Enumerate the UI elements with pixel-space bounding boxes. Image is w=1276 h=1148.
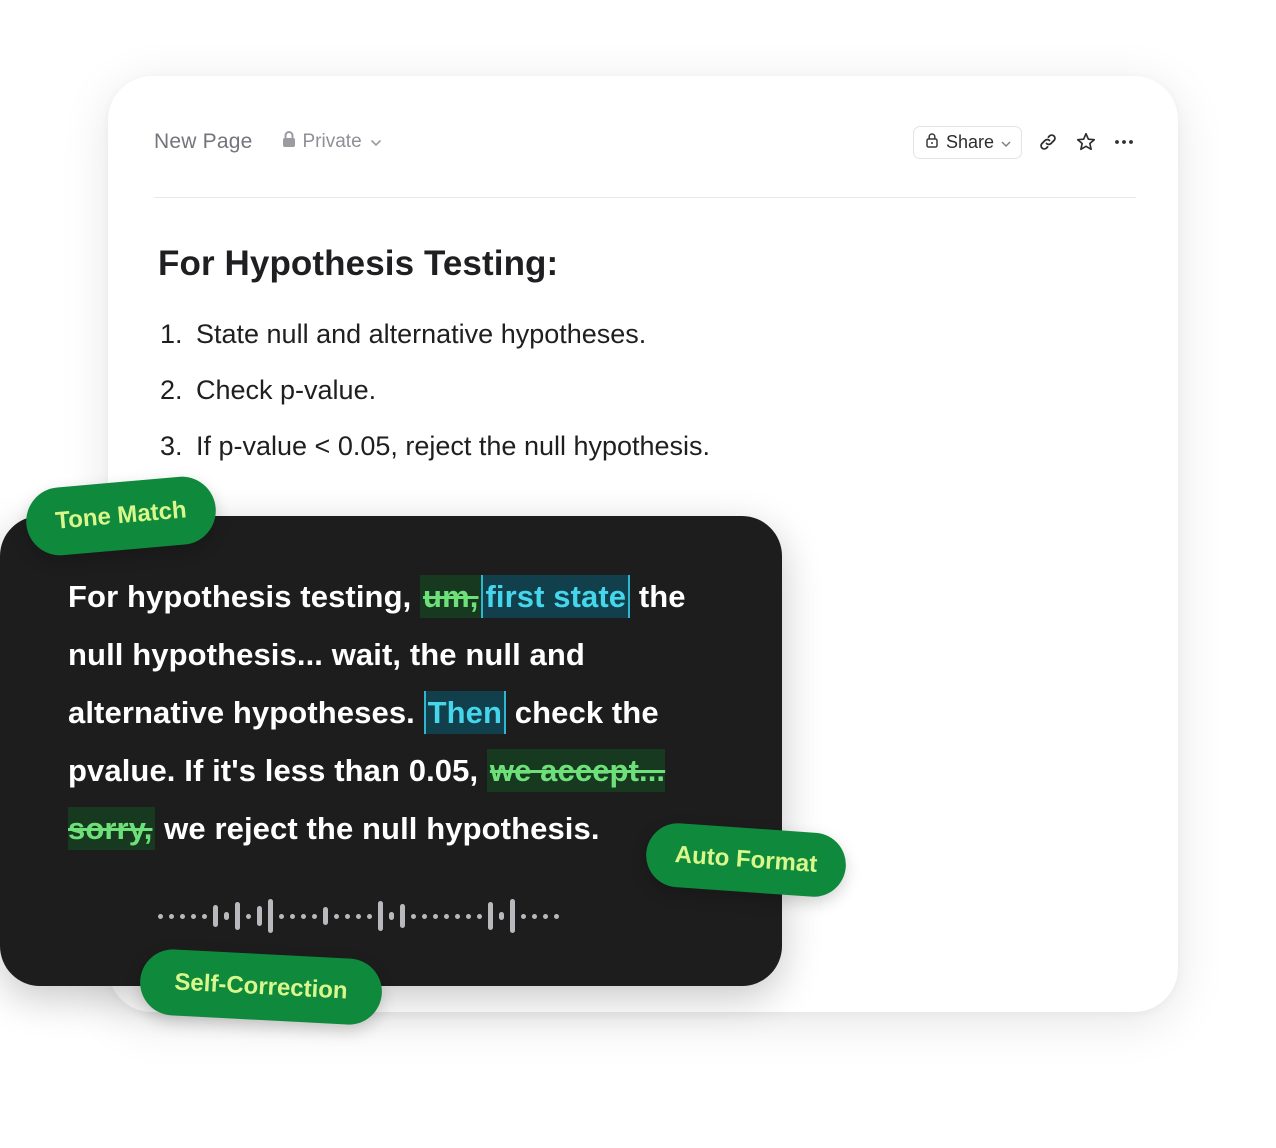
waveform-bar: [521, 913, 526, 919]
waveform-bar: [367, 913, 372, 919]
page-title[interactable]: New Page: [154, 130, 253, 154]
waveform-bar: [268, 899, 273, 933]
waveform-bar: [400, 904, 405, 928]
waveform-bar: [554, 913, 559, 919]
list-item-text: If p-value < 0.05, reject the null hypot…: [196, 431, 711, 461]
waveform-bar: [422, 913, 427, 919]
more-horizontal-icon[interactable]: [1112, 130, 1136, 154]
waveform-bar: [356, 913, 361, 919]
waveform-bar: [312, 913, 317, 919]
waveform-bar: [345, 913, 350, 919]
self-correction-tag: Self-Correction: [138, 947, 384, 1027]
removed-filler: um,: [420, 575, 482, 618]
list-item-text: Check p-value.: [196, 375, 377, 405]
inserted-text: first state: [481, 575, 631, 618]
waveform-bar: [499, 912, 504, 920]
waveform-bar: [290, 913, 295, 919]
doc-list: 1. State null and alternative hypotheses…: [160, 314, 710, 482]
waveform-bar: [235, 902, 240, 930]
waveform-bar: [257, 906, 262, 926]
lock-icon: [925, 132, 939, 153]
privacy-label: Private: [302, 131, 362, 152]
waveform-bar: [378, 901, 383, 931]
transcript-segment: For hypothesis testing,: [68, 579, 421, 614]
waveform-bar: [246, 913, 251, 919]
inserted-text: Then: [423, 691, 507, 734]
waveform-bar: [169, 913, 174, 919]
audio-waveform-icon: [158, 896, 559, 936]
share-label: Share: [945, 131, 994, 152]
share-button[interactable]: Share: [912, 125, 1022, 159]
waveform-bar: [213, 905, 218, 927]
waveform-bar: [191, 913, 196, 919]
waveform-bar: [411, 913, 416, 919]
chevron-down-icon: [370, 131, 382, 153]
waveform-bar: [301, 913, 306, 919]
waveform-bar: [323, 907, 328, 925]
link-icon[interactable]: [1036, 130, 1060, 154]
waveform-bar: [180, 913, 185, 919]
waveform-bar: [158, 913, 163, 919]
waveform-bar: [510, 899, 515, 933]
list-item[interactable]: 1. State null and alternative hypotheses…: [160, 314, 710, 370]
page-topbar: New Page Private Share: [154, 122, 1136, 162]
list-item[interactable]: 2. Check p-value.: [160, 370, 710, 426]
transcript-segment: we reject the null hypothesis.: [155, 811, 600, 846]
dictation-card: For hypothesis testing, um, first state t…: [0, 516, 782, 986]
waveform-bar: [532, 913, 537, 919]
list-item[interactable]: 3. If p-value < 0.05, reject the null hy…: [160, 426, 710, 482]
waveform-bar: [543, 913, 548, 919]
lock-icon: [281, 130, 297, 154]
star-icon[interactable]: [1074, 130, 1098, 154]
waveform-bar: [334, 913, 339, 919]
list-item-number: 2.: [160, 375, 183, 405]
transcript-text: For hypothesis testing, um, first state t…: [68, 568, 748, 858]
waveform-bar: [477, 913, 482, 919]
waveform-bar: [466, 913, 471, 919]
waveform-bar: [224, 912, 229, 920]
list-item-number: 1.: [160, 319, 183, 349]
list-item-text: State null and alternative hypotheses.: [196, 319, 647, 349]
doc-heading[interactable]: For Hypothesis Testing:: [158, 244, 558, 284]
list-item-number: 3.: [160, 431, 183, 461]
waveform-bar: [202, 913, 207, 919]
waveform-bar: [389, 912, 394, 920]
waveform-bar: [279, 913, 284, 919]
waveform-bar: [433, 913, 438, 919]
privacy-dropdown[interactable]: Private: [281, 130, 382, 154]
stage: New Page Private Share For Hypothesis Te…: [0, 0, 1276, 1148]
waveform-bar: [444, 913, 449, 919]
header-divider: [154, 197, 1136, 198]
chevron-down-icon: [1001, 132, 1011, 153]
waveform-bar: [488, 902, 493, 930]
waveform-bar: [455, 913, 460, 919]
